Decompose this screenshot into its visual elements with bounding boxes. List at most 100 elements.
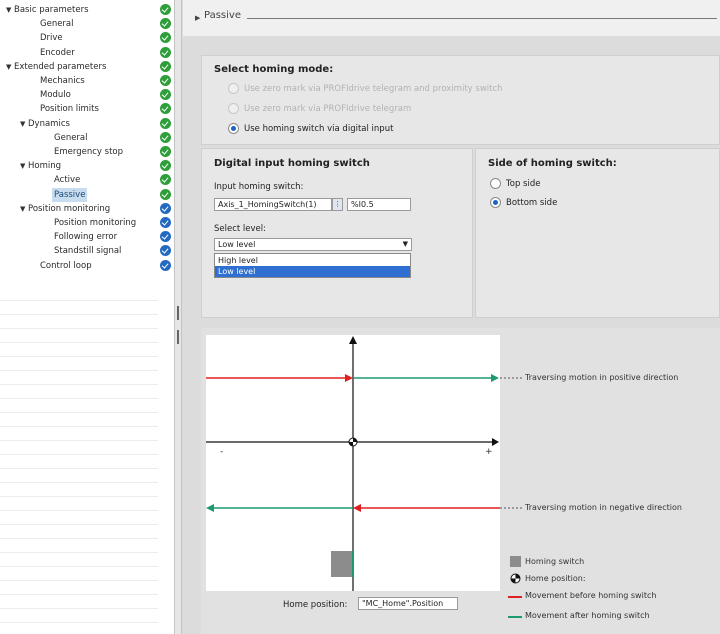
- tree-item[interactable]: Standstill signal: [0, 244, 175, 258]
- tree-item[interactable]: ▼ Position monitoring: [0, 202, 175, 216]
- select-level-dropdown[interactable]: Low level ▼: [214, 238, 412, 251]
- status-check-icon: [160, 160, 171, 172]
- tree-item-label: Active: [54, 175, 81, 186]
- status-check-icon: [160, 217, 171, 228]
- level-option-high[interactable]: High level: [215, 255, 410, 266]
- status-check-icon: [160, 60, 171, 72]
- motion-positive-label: Traversing motion in positive direction: [525, 373, 679, 382]
- tree-item[interactable]: Position monitoring: [0, 216, 175, 230]
- level-option-low[interactable]: Low level: [215, 266, 410, 277]
- label-zero-mark: Use zero mark via PROFIdrive telegram: [244, 104, 412, 114]
- legend-after-swatch: [508, 616, 522, 618]
- panel-splitter[interactable]: [174, 0, 182, 634]
- tree-item[interactable]: Emergency stop: [0, 145, 175, 159]
- tree-item-label: Position monitoring: [28, 203, 111, 214]
- tree-item[interactable]: ▼ Basic parameters: [0, 3, 175, 17]
- tree-item[interactable]: Control loop: [0, 259, 175, 273]
- section-title: Passive: [204, 10, 241, 21]
- status-check-icon: [160, 89, 171, 101]
- tree-item-label: Homing: [28, 161, 62, 172]
- status-check-icon: [160, 117, 171, 129]
- section-header[interactable]: ▶ Passive: [183, 0, 720, 36]
- homing-mode-panel: Select homing mode: Use zero mark via PR…: [201, 55, 720, 145]
- motion-negative-label: Traversing motion in negative direction: [525, 503, 682, 512]
- expand-arrow-icon[interactable]: ▼: [6, 60, 11, 74]
- tree-item-label: General: [40, 19, 74, 30]
- side-heading: Side of homing switch:: [488, 158, 617, 169]
- tree-item[interactable]: Active: [0, 173, 175, 187]
- radio-zero-mark[interactable]: [228, 103, 239, 114]
- tree-item[interactable]: ▼ Dynamics: [0, 117, 175, 131]
- home-position-marker: [348, 437, 358, 447]
- tree-item-label: Drive: [40, 33, 63, 44]
- status-check-icon: [160, 188, 171, 200]
- tree-item[interactable]: Mechanics: [0, 74, 175, 88]
- browse-tag-button[interactable]: ⋮: [332, 198, 343, 211]
- status-check-icon: [160, 131, 171, 143]
- tree-item-label: Dynamics: [28, 118, 70, 129]
- expand-arrow-icon[interactable]: ▼: [20, 202, 25, 216]
- section-collapse-icon[interactable]: ▶: [195, 14, 200, 22]
- chevron-down-icon[interactable]: ▼: [403, 239, 408, 250]
- negative-after-arrow: [206, 504, 214, 512]
- tree-item-label: Following error: [54, 232, 118, 243]
- homing-mode-heading: Select homing mode:: [214, 64, 334, 75]
- radio-homing-switch-digital[interactable]: [228, 123, 239, 134]
- home-position-label: Home position:: [283, 600, 348, 610]
- legend-homing-switch-label: Homing switch: [525, 557, 585, 566]
- tree-item[interactable]: Passive: [0, 187, 175, 202]
- negative-before-arrow: [353, 504, 361, 512]
- axis-plus-label: +: [485, 447, 493, 457]
- status-check-icon: [160, 32, 171, 44]
- address-field[interactable]: %I0.5: [347, 198, 411, 211]
- splitter-grip-bottom[interactable]: [177, 330, 179, 344]
- expand-arrow-icon[interactable]: ▼: [6, 3, 11, 17]
- tree-item[interactable]: Position limits: [0, 102, 175, 116]
- tree-item[interactable]: General: [0, 131, 175, 145]
- radio-top-side[interactable]: [490, 178, 501, 189]
- status-check-icon: [160, 103, 171, 115]
- status-check-icon: [160, 259, 171, 271]
- tree-item[interactable]: Drive: [0, 31, 175, 45]
- tree-item[interactable]: ▼ Extended parameters: [0, 60, 175, 74]
- tree-item-label: Modulo: [40, 90, 71, 101]
- tree-item-label: Encoder: [40, 47, 75, 58]
- input-homing-switch-field[interactable]: Axis_1_HomingSwitch(1): [214, 198, 332, 211]
- tree-item-label: Control loop: [40, 260, 92, 271]
- tree-item-label: Mechanics: [40, 76, 85, 86]
- positive-after-arrow: [491, 374, 499, 382]
- select-level-label: Select level:: [214, 224, 267, 234]
- legend-homing-switch-swatch: [510, 556, 521, 567]
- status-check-icon: [160, 202, 171, 214]
- status-check-icon: [160, 75, 171, 86]
- home-position-field[interactable]: "MC_Home".Position: [358, 597, 458, 610]
- tree-item-label: General: [54, 132, 88, 143]
- homing-diagram-svg: - +: [206, 336, 500, 591]
- home-position-icon: [510, 573, 521, 584]
- tree-item[interactable]: Following error: [0, 230, 175, 244]
- tree-item[interactable]: Modulo: [0, 88, 175, 102]
- label-top-side: Top side: [506, 179, 541, 189]
- tree-item[interactable]: General: [0, 17, 175, 31]
- expand-arrow-icon[interactable]: ▼: [20, 159, 25, 173]
- status-check-icon: [160, 46, 171, 58]
- status-check-icon: [160, 18, 171, 30]
- status-check-icon: [160, 174, 171, 186]
- splitter-grip-top[interactable]: [177, 306, 179, 320]
- legend-home-position-label: Home position:: [525, 574, 586, 583]
- tree-item-label: Emergency stop: [54, 147, 124, 157]
- status-check-icon: [160, 245, 171, 257]
- label-zero-mark-proximity: Use zero mark via PROFIdrive telegram an…: [244, 84, 503, 94]
- side-panel: Side of homing switch: Top side Bottom s…: [475, 148, 720, 318]
- legend-after-label: Movement after homing switch: [525, 611, 650, 620]
- radio-bottom-side[interactable]: [490, 197, 501, 208]
- status-check-icon: [160, 4, 171, 15]
- input-homing-switch-label: Input homing switch:: [214, 182, 304, 192]
- legend-before-swatch: [508, 596, 522, 598]
- tree-item[interactable]: ▼ Homing: [0, 159, 175, 173]
- radio-zero-mark-proximity[interactable]: [228, 83, 239, 94]
- expand-arrow-icon[interactable]: ▼: [20, 117, 25, 131]
- tree-gridlines: [0, 300, 158, 634]
- leader-lines: [500, 377, 522, 509]
- tree-item[interactable]: Encoder: [0, 46, 175, 60]
